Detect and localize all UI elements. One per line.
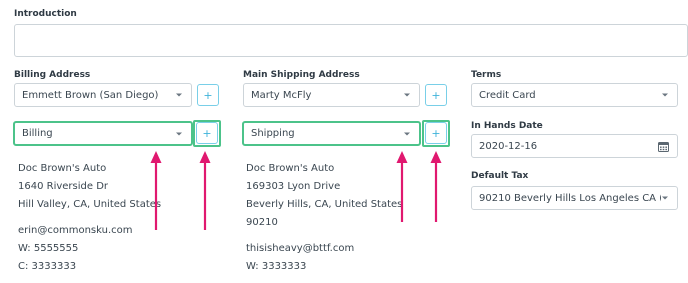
add-billing-contact-button[interactable]: + — [197, 84, 219, 106]
chevron-down-icon — [404, 93, 410, 97]
chevron-down-icon — [662, 93, 668, 97]
billing-street: 1640 Riverside Dr — [18, 181, 109, 192]
billing-address-label: Billing Address — [14, 70, 91, 80]
default-tax-value: 90210 Beverly Hills Los Angeles CA (9.5%… — [479, 192, 661, 204]
shipping-address-label: Main Shipping Address — [243, 70, 360, 80]
add-billing-address-button[interactable]: + — [196, 122, 218, 144]
arrowhead-shipping-plus — [430, 151, 442, 163]
shipping-contact-value: Marty McFly — [251, 89, 312, 101]
introduction-textarea[interactable] — [14, 24, 688, 57]
billing-cell-phone: C: 3333333 — [18, 261, 77, 272]
chevron-down-icon — [176, 132, 182, 135]
chevron-down-icon — [176, 93, 182, 97]
in-hands-date-label: In Hands Date — [471, 121, 543, 131]
billing-work-phone: W: 5555555 — [18, 243, 79, 254]
shipping-address-block: Doc Brown's Auto 169303 Lyon Drive Bever… — [246, 160, 402, 276]
shipping-work-phone: W: 3333333 — [246, 261, 307, 272]
default-tax-label: Default Tax — [471, 171, 529, 181]
billing-contact-value: Emmett Brown (San Diego) — [22, 89, 159, 101]
billing-address-value: Billing — [22, 128, 53, 139]
introduction-label: Introduction — [14, 9, 77, 19]
chevron-down-icon — [404, 132, 410, 135]
billing-company: Doc Brown's Auto — [18, 163, 107, 174]
shipping-address-value: Shipping — [251, 128, 295, 139]
terms-select[interactable]: Credit Card — [471, 83, 678, 107]
billing-address-select[interactable]: Billing — [13, 121, 193, 146]
add-shipping-contact-button[interactable]: + — [425, 84, 447, 106]
shipping-street: 169303 Lyon Drive — [246, 181, 341, 192]
billing-address-block: Doc Brown's Auto 1640 Riverside Dr Hill … — [18, 160, 161, 276]
shipping-contact-select[interactable]: Marty McFly — [243, 83, 420, 107]
add-shipping-address-button[interactable]: + — [425, 122, 447, 144]
shipping-city: Beverly Hills, CA, United States — [246, 199, 403, 210]
terms-label: Terms — [471, 70, 502, 80]
billing-email: erin@commonsku.com — [18, 225, 133, 236]
billing-city: Hill Valley, CA, United States — [18, 199, 162, 210]
shipping-address-select[interactable]: Shipping — [242, 121, 421, 146]
chevron-down-icon — [662, 196, 668, 200]
in-hands-date-input[interactable]: 2020-12-16 — [471, 134, 678, 158]
terms-value: Credit Card — [479, 89, 536, 101]
arrowhead-billing-plus — [199, 151, 211, 163]
default-tax-select[interactable]: 90210 Beverly Hills Los Angeles CA (9.5%… — [471, 186, 678, 210]
in-hands-date-value: 2020-12-16 — [479, 140, 538, 152]
shipping-email: thisisheavy@bttf.com — [246, 243, 355, 254]
shipping-zip: 90210 — [246, 217, 278, 228]
shipping-company: Doc Brown's Auto — [246, 163, 335, 174]
billing-contact-select[interactable]: Emmett Brown (San Diego) — [14, 83, 192, 107]
calendar-icon[interactable] — [658, 141, 669, 152]
